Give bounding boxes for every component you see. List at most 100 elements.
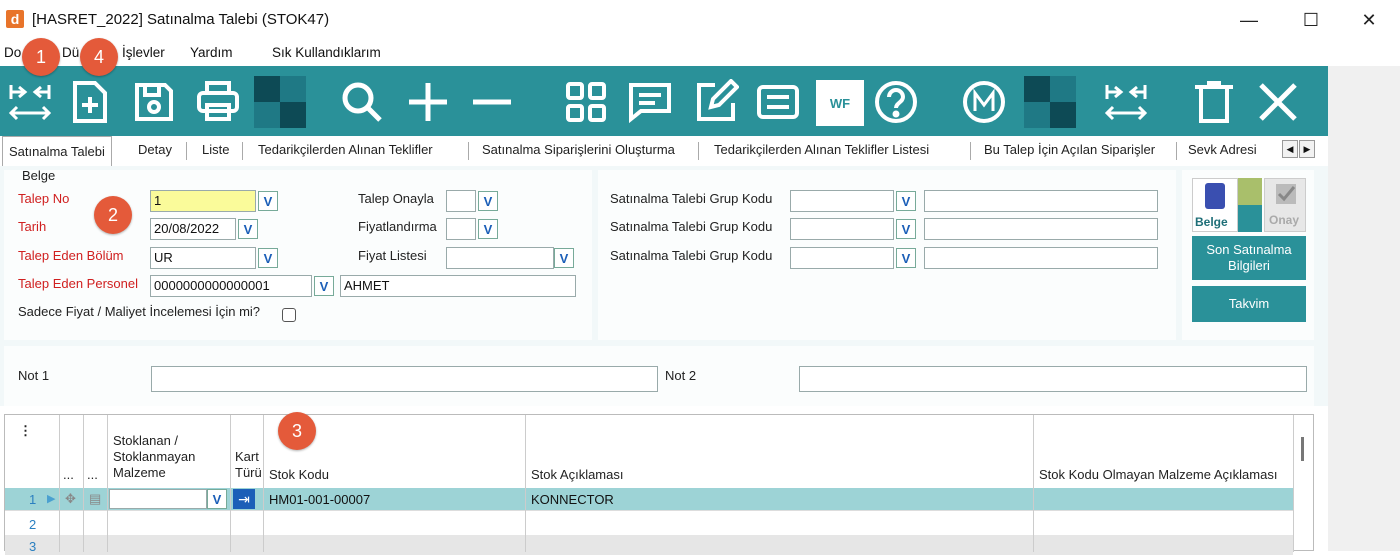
row-separator — [5, 510, 1293, 511]
menu-bar: Do Dü İşlevler Yardım Sık Kullandıklarım — [0, 40, 1400, 66]
not1-field[interactable] — [151, 366, 658, 392]
col-separator — [230, 415, 231, 552]
tarih-label: Tarih — [18, 219, 47, 234]
grup-kodu-label-1: Satınalma Talebi Grup Kodu — [610, 191, 773, 206]
chevron-down-icon: V — [243, 221, 253, 237]
menu-sik-kullandiklarim[interactable]: Sık Kullandıklarım — [272, 45, 381, 60]
grid-icon[interactable] — [560, 76, 612, 128]
talep-eden-personel-label: Talep Eden Personel — [18, 276, 138, 291]
talep-eden-bolum-field[interactable]: UR — [150, 247, 256, 269]
belge-button[interactable]: Belge — [1192, 178, 1238, 232]
detail-grid: ⋮ ... ... Stoklanan / Stoklanmayan Malze… — [4, 414, 1314, 555]
talep-no-dropdown[interactable]: V — [258, 191, 278, 211]
tab-teklifler-listesi[interactable]: Tedarikçilerden Alınan Teklifler Listesi — [714, 142, 929, 157]
talep-eden-personel-dropdown[interactable]: V — [314, 276, 334, 296]
chevron-down-icon: V — [559, 250, 569, 266]
grup-kodu-dropdown-3[interactable]: V — [896, 248, 916, 268]
tab-liste[interactable]: Liste — [202, 142, 229, 157]
talep-eden-personel-field[interactable]: 0000000000000001 — [150, 275, 312, 297]
tarih-dropdown[interactable]: V — [238, 219, 258, 239]
vertical-scrollbar-thumb[interactable] — [1301, 437, 1304, 461]
fiyatlandirma-field[interactable] — [446, 218, 476, 240]
edit-icon[interactable] — [690, 76, 742, 128]
col-header-kart-turu: Kart Türü — [235, 449, 261, 480]
col-header-stok-aciklama: Stok Açıklaması — [531, 467, 624, 482]
print-icon[interactable] — [192, 76, 244, 128]
col-separator — [525, 415, 526, 552]
chevron-down-icon: V — [263, 193, 273, 209]
remove-icon[interactable] — [466, 76, 518, 128]
col-header-dots-2: ... — [87, 467, 98, 482]
stoklanan-dropdown[interactable]: V — [207, 489, 227, 509]
talep-eden-bolum-label: Talep Eden Bölüm — [18, 248, 124, 263]
m-icon[interactable] — [958, 76, 1010, 128]
delete-icon[interactable] — [1188, 76, 1240, 128]
tab-siparis-olusturma[interactable]: Satınalma Siparişlerini Oluşturma — [482, 142, 675, 157]
search-icon[interactable] — [336, 76, 388, 128]
sadece-fiyat-checkbox[interactable] — [282, 308, 296, 322]
tab-sevk-adresi[interactable]: Sevk Adresi — [1188, 142, 1257, 157]
not2-field[interactable] — [799, 366, 1307, 392]
not2-label: Not 2 — [665, 368, 697, 383]
grup-kodu-dropdown-1[interactable]: V — [896, 191, 916, 211]
fiyat-listesi-field[interactable] — [446, 247, 554, 269]
row-number: 1 — [29, 492, 37, 507]
move-icon[interactable]: ✥ — [65, 491, 76, 507]
save-icon[interactable] — [128, 76, 180, 128]
navigate-icon[interactable] — [1100, 76, 1152, 128]
grup-kodu-desc-1 — [924, 190, 1158, 212]
stok-kodu-cell[interactable]: HM01-001-00007 — [269, 492, 370, 507]
menu-yardim[interactable]: Yardım — [190, 45, 233, 60]
tab-scroll-right-button[interactable]: ▶ — [1299, 140, 1315, 158]
document-icon — [1205, 183, 1225, 209]
belge-icon-label: Belge — [1195, 215, 1228, 229]
menu-islevler[interactable]: İşlevler — [122, 45, 165, 60]
tab-tedarikci-teklifler[interactable]: Tedarikçilerden Alınan Teklifler — [258, 142, 433, 157]
fiyat-listesi-dropdown[interactable]: V — [554, 248, 574, 268]
help-icon[interactable] — [870, 76, 922, 128]
tarih-field[interactable]: 20/08/2022 — [150, 218, 236, 240]
form-area: Belge Talep No 1 V Tarih 20/08/2022 V Ta… — [0, 166, 1328, 406]
kart-turu-icon[interactable]: ⇥ — [233, 489, 255, 509]
grup-kodu-field-2[interactable] — [790, 218, 894, 240]
grup-kodu-field-3[interactable] — [790, 247, 894, 269]
tab-scroll-left-button[interactable]: ◀ — [1282, 140, 1298, 158]
belge-group-label: Belge — [22, 168, 56, 183]
grid-menu-icon[interactable]: ⋮ — [19, 423, 32, 439]
tab-separator — [698, 142, 699, 160]
clipboard-icon[interactable]: ▤ — [89, 491, 101, 507]
comment-icon[interactable] — [624, 76, 676, 128]
menu-dosya[interactable]: Do — [4, 45, 21, 60]
title-bar: d [HASRET_2022] Satınalma Talebi (STOK47… — [0, 0, 1400, 40]
list-icon[interactable] — [752, 76, 804, 128]
tab-acilan-siparisler[interactable]: Bu Talep İçin Açılan Siparişler — [984, 142, 1155, 157]
personel-name-field: AHMET — [340, 275, 576, 297]
son-satinalma-button[interactable]: Son Satınalma Bilgileri — [1192, 236, 1306, 280]
menu-duzen[interactable]: Dü — [62, 45, 79, 60]
grup-kodu-dropdown-2[interactable]: V — [896, 219, 916, 239]
first-last-icon[interactable] — [4, 76, 56, 128]
col-separator — [107, 415, 108, 552]
minimize-button[interactable]: — — [1226, 6, 1272, 34]
takvim-button[interactable]: Takvim — [1192, 286, 1306, 322]
talep-onayla-field[interactable] — [446, 190, 476, 212]
col-separator — [59, 415, 60, 552]
fiyatlandirma-dropdown[interactable]: V — [478, 219, 498, 239]
close-window-button[interactable]: ✕ — [1346, 6, 1392, 34]
talep-no-field[interactable]: 1 — [150, 190, 256, 212]
grup-kodu-field-1[interactable] — [790, 190, 894, 212]
onay-button[interactable]: Onay — [1264, 178, 1306, 232]
tab-satinalma-talebi[interactable]: Satınalma Talebi — [2, 136, 112, 167]
tab-detay[interactable]: Detay — [138, 142, 172, 157]
talep-eden-bolum-dropdown[interactable]: V — [258, 248, 278, 268]
stoklanan-field[interactable] — [109, 489, 207, 509]
talep-onayla-dropdown[interactable]: V — [478, 191, 498, 211]
callout-badge-4: 4 — [80, 38, 118, 76]
maximize-button[interactable]: ☐ — [1288, 6, 1334, 34]
workflow-button[interactable]: WF — [816, 80, 864, 126]
stok-aciklama-cell[interactable]: KONNECTOR — [531, 492, 614, 507]
tab-separator — [970, 142, 971, 160]
new-document-icon[interactable] — [64, 76, 116, 128]
close-icon[interactable] — [1252, 76, 1304, 128]
add-icon[interactable] — [402, 76, 454, 128]
